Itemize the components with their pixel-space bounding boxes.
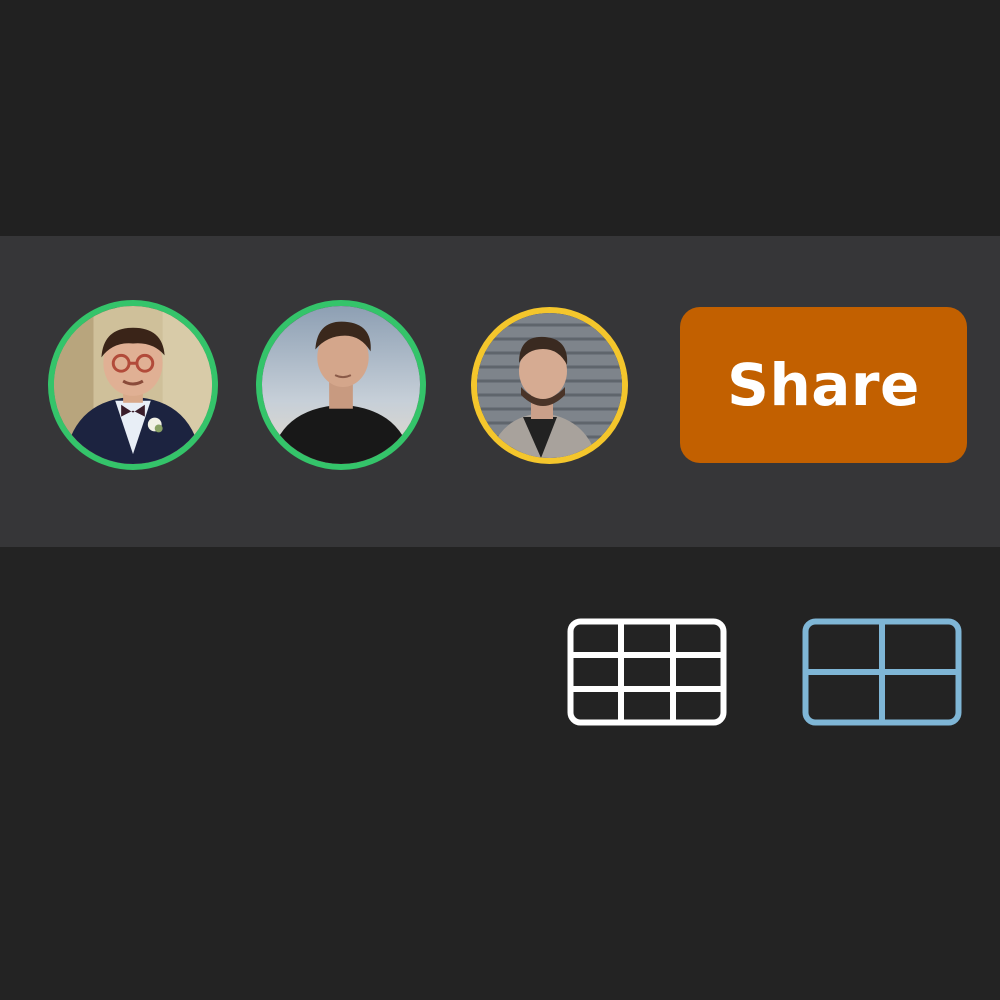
top-area xyxy=(0,0,1000,236)
participant-avatar-2[interactable] xyxy=(256,300,426,470)
avatar-photo-3 xyxy=(477,313,622,458)
share-button[interactable]: Share xyxy=(680,307,967,463)
avatar-photo-1 xyxy=(54,306,212,464)
avatar-photo-2 xyxy=(262,306,420,464)
participant-avatar-1[interactable] xyxy=(48,300,218,470)
participant-avatar-3[interactable] xyxy=(471,307,628,464)
grid-3x3-frame xyxy=(567,618,727,726)
grid-2x2-icon[interactable] xyxy=(802,618,962,726)
grid-3x3-icon[interactable] xyxy=(567,618,727,726)
